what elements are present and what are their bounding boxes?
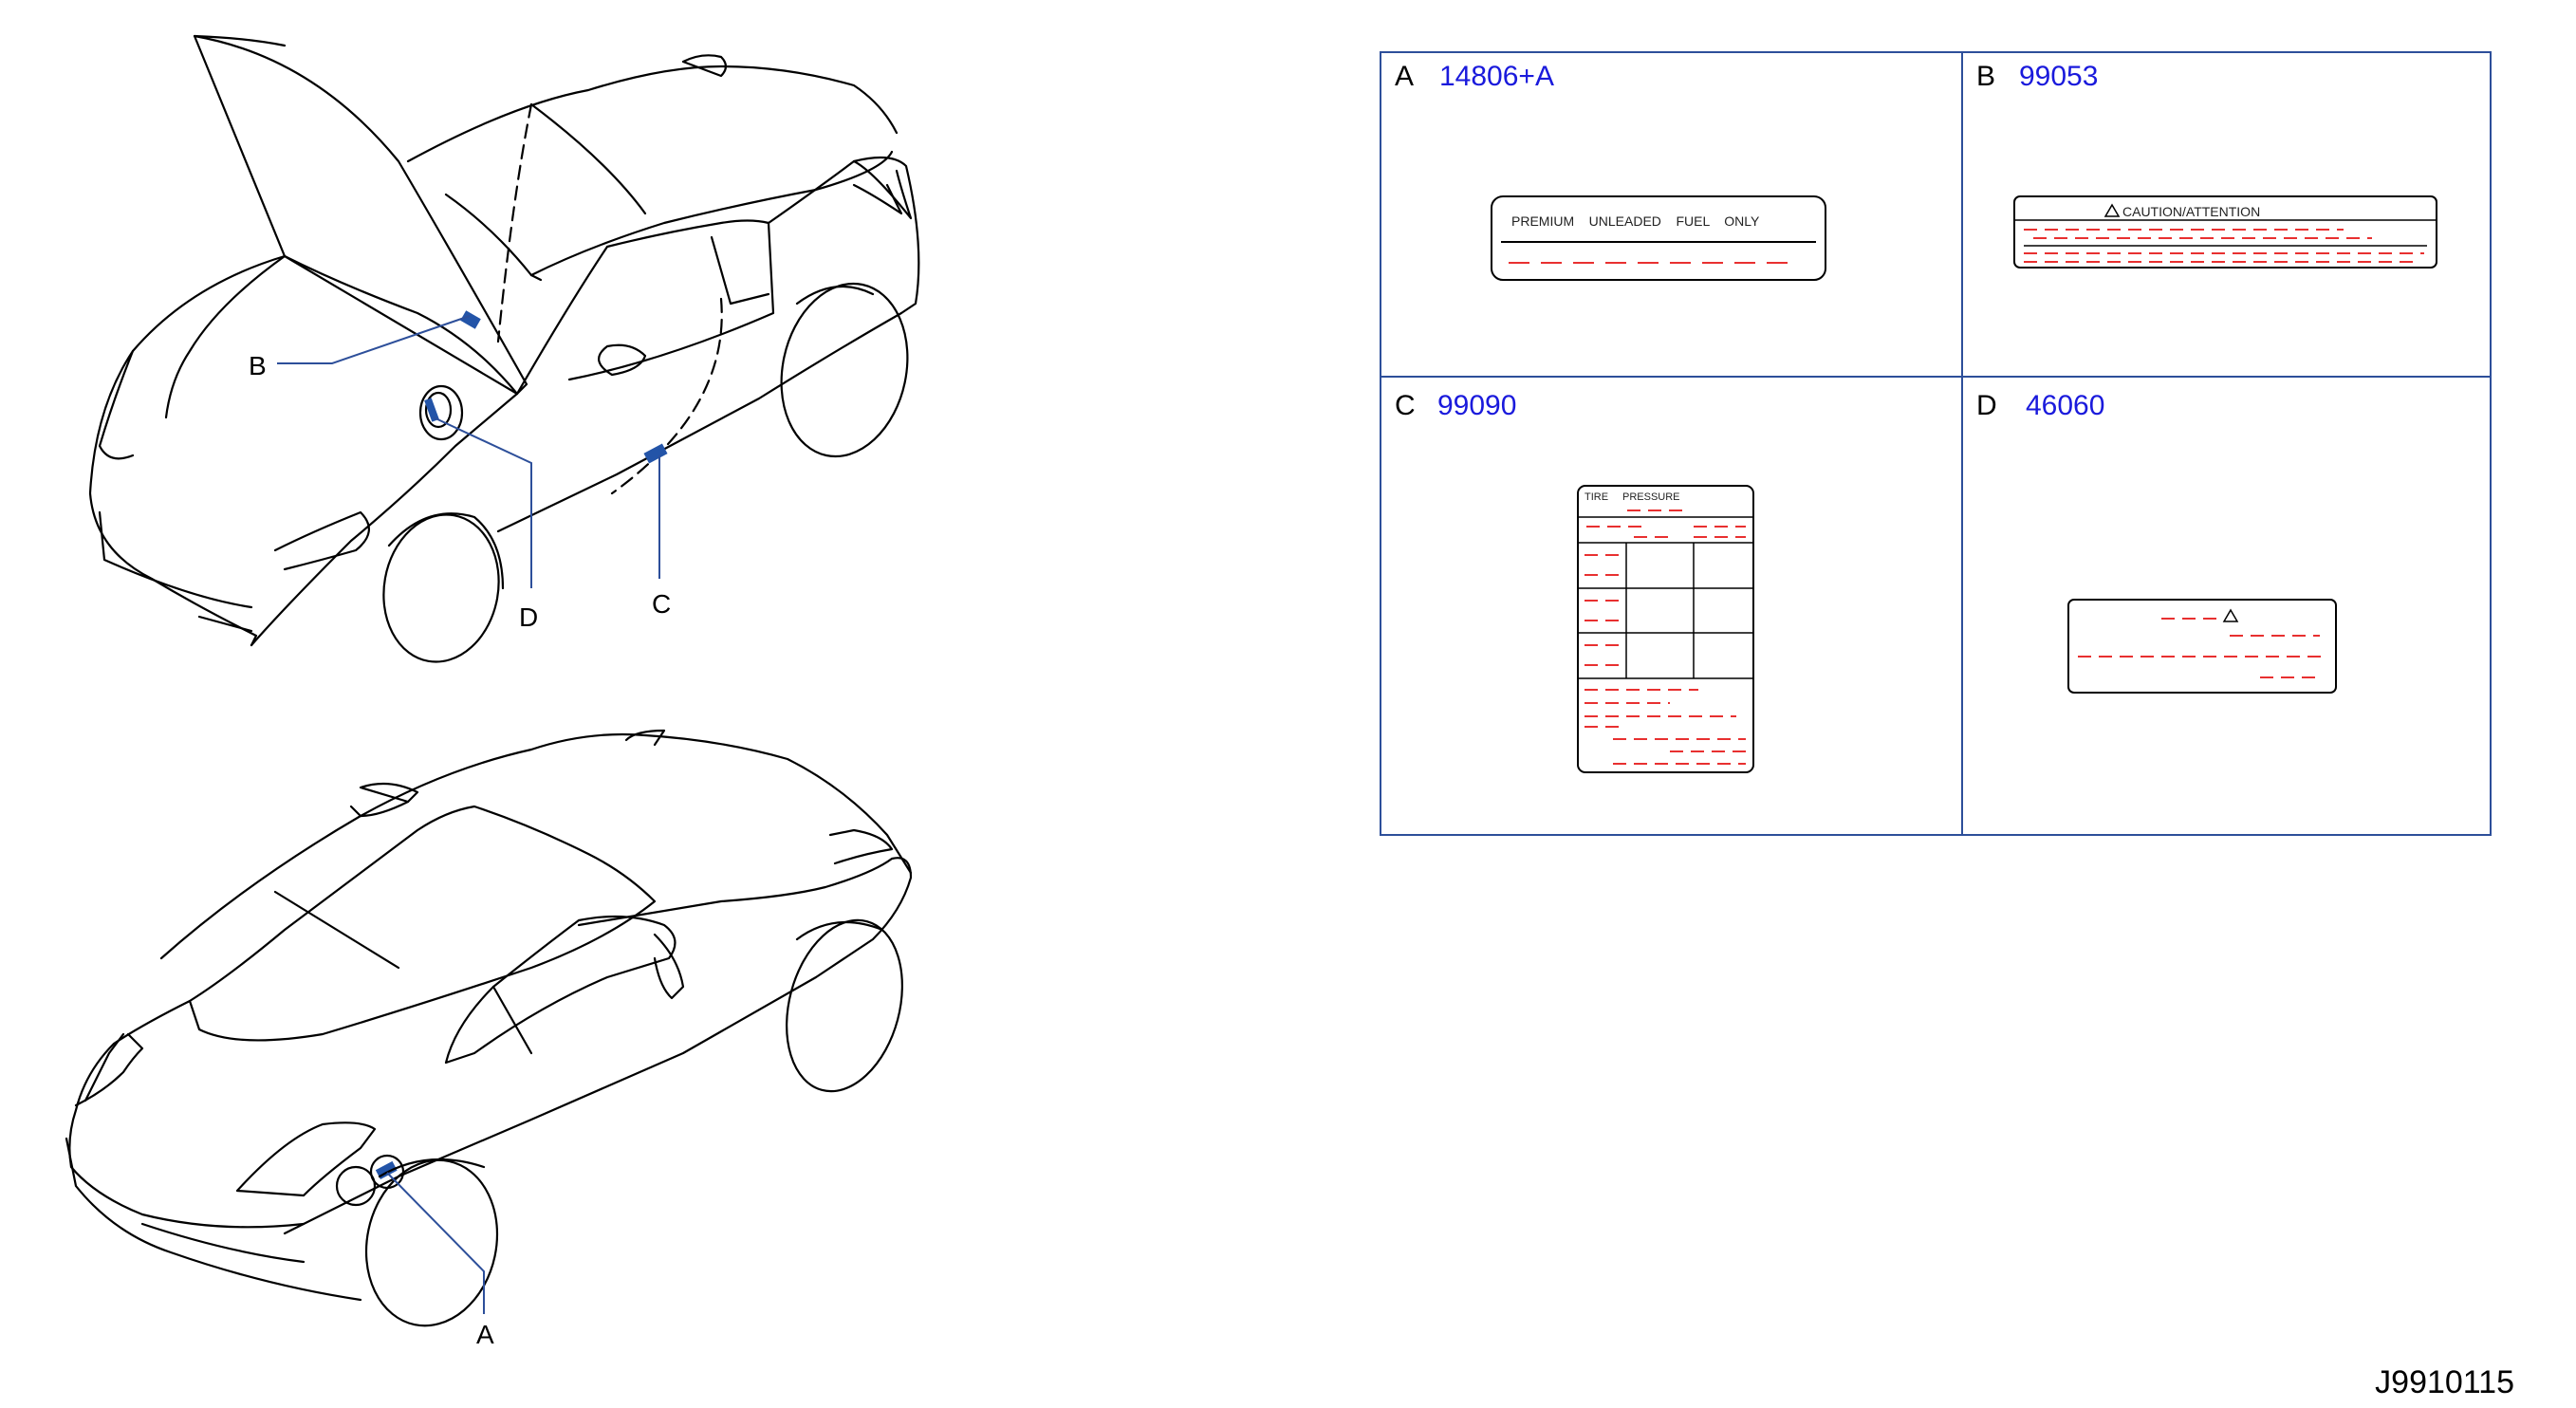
leader-line-bottom [386,1172,485,1314]
callout-c: C [652,589,671,619]
cell-a-letter: A [1395,61,1414,92]
label-c-sticker: TIRE PRESSURE [1577,485,1754,773]
car-front-closed [65,729,913,1327]
callout-b: B [249,351,267,380]
diagram-code: J9910115 [2375,1364,2514,1400]
label-a-sticker: PREMIUM UNLEADED FUEL ONLY [1491,195,1826,281]
cell-c-letter: C [1395,390,1416,421]
car-front-hood-open [88,34,920,663]
label-c-text-pressure: PRESSURE [1622,491,1680,503]
cell-a: A 14806+A PREMIUM UNLEADED FUEL ONLY [1395,61,1826,281]
cell-b: B 99053 CAUTION/ATTENTION [1976,61,2437,269]
label-a-text: PREMIUM UNLEADED FUEL ONLY [1511,213,1760,229]
cell-d: D 46060 [1976,390,2337,694]
label-b-text: CAUTION/ATTENTION [2122,204,2260,219]
label-b-sticker: CAUTION/ATTENTION [2013,195,2437,269]
cell-c: C 99090 TIRE PRESSURE [1395,390,1754,773]
parts-label-diagram: B D C A A 14806+A PREMIUM UNLEADED FUEL … [65,34,2514,1400]
label-c-text-tire: TIRE [1585,491,1608,503]
cell-d-part-number: 46060 [2026,390,2104,421]
callout-a: A [476,1320,494,1349]
cell-c-part-number: 99090 [1437,390,1516,421]
callout-d: D [519,602,538,632]
label-d-sticker [2067,599,2337,694]
cell-b-part-number: 99053 [2019,61,2098,92]
cell-b-letter: B [1976,61,1995,92]
label-table [1380,51,2492,836]
cell-d-letter: D [1976,390,1997,421]
cell-a-part-number: 14806+A [1439,61,1554,92]
leader-lines-top [277,315,660,588]
